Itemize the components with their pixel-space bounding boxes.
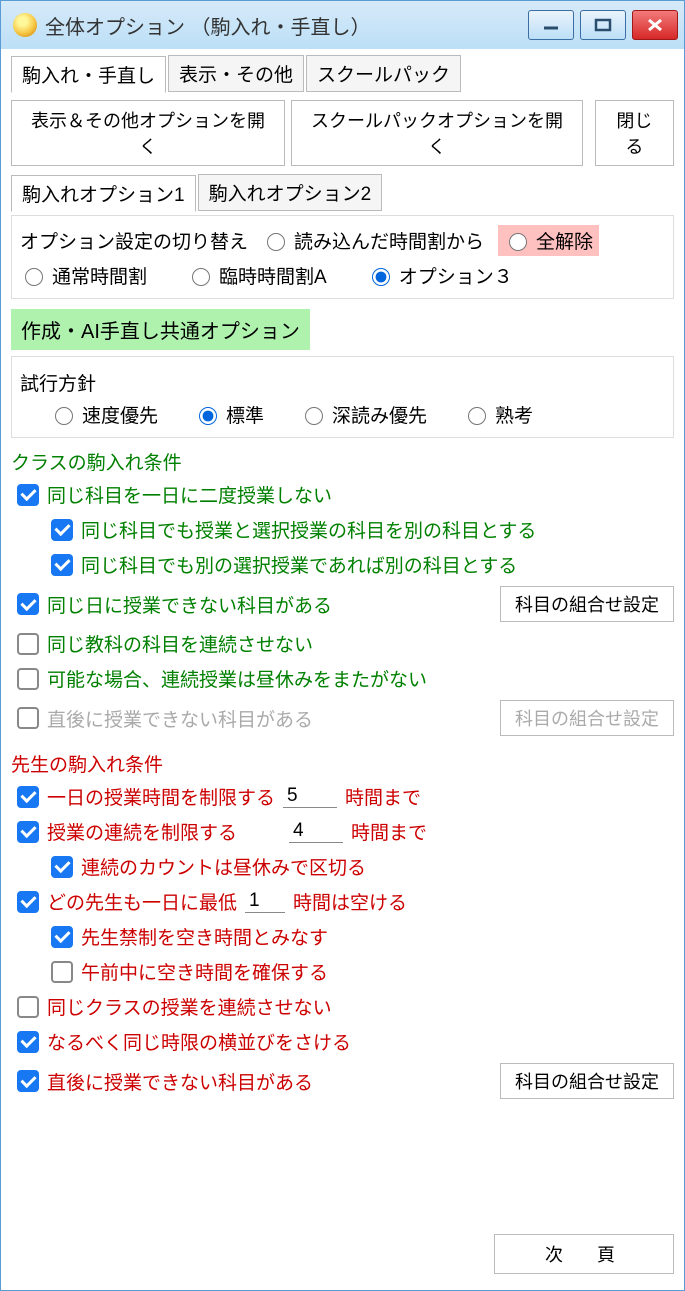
radio-option-3[interactable]: オプション３ (367, 262, 513, 289)
class-section-title: クラスの駒入れ条件 (11, 448, 674, 475)
chk-ban-as-free[interactable] (51, 926, 73, 948)
next-page-button[interactable]: 次 頁 (494, 1234, 674, 1274)
input-limit-hours[interactable] (283, 785, 337, 808)
radio-standard[interactable]: 標準 (194, 401, 264, 428)
common-options-heading: 作成・AI手直し共通オプション (11, 309, 310, 350)
chk-elective-separate[interactable] (51, 519, 73, 541)
radio-temp-a[interactable]: 臨時時間割A (187, 262, 327, 289)
minimize-button[interactable] (528, 10, 574, 40)
chk-min-free[interactable] (17, 891, 39, 913)
close-button[interactable] (632, 10, 678, 40)
chk-no-span-lunch[interactable] (17, 668, 39, 690)
chk-morning-free[interactable] (51, 961, 73, 983)
tab-display[interactable]: 表示・その他 (168, 55, 304, 92)
subject-combo-button-1[interactable]: 科目の組合せ設定 (500, 586, 674, 622)
open-schoolpack-options-button[interactable]: スクールパックオプションを開く (291, 100, 583, 166)
tab-komaire[interactable]: 駒入れ・手直し (11, 56, 166, 93)
chk-after-conflict-class[interactable] (17, 707, 39, 729)
radio-from-loaded[interactable]: 読み込んだ時間割から (262, 227, 484, 254)
radio-speed[interactable]: 速度優先 (50, 401, 158, 428)
input-limit-consecutive[interactable] (289, 820, 343, 843)
tab-option-1[interactable]: 駒入れオプション1 (11, 175, 196, 212)
policy-label: 試行方針 (20, 369, 665, 396)
chk-limit-hours[interactable] (17, 786, 39, 808)
window-body: 駒入れ・手直し 表示・その他 スクールパック 表示＆その他オプションを開く スク… (1, 49, 684, 1290)
teacher-section-title: 先生の駒入れ条件 (11, 750, 674, 777)
option-switch-group: オプション設定の切り替え 読み込んだ時間割から 全解除 通常時間割 臨時時間割A… (11, 215, 674, 299)
policy-group: 試行方針 速度優先 標準 深読み優先 熟考 (11, 356, 674, 438)
main-tabs: 駒入れ・手直し 表示・その他 スクールパック (11, 55, 674, 92)
radio-clear-all[interactable]: 全解除 (498, 225, 599, 256)
close-options-button[interactable]: 閉じる (595, 100, 674, 166)
tab-schoolpack[interactable]: スクールパック (306, 55, 461, 92)
chk-limit-consecutive[interactable] (17, 821, 39, 843)
chk-avoid-same-period[interactable] (17, 1031, 39, 1053)
chk-same-subject-once[interactable] (17, 484, 39, 506)
toolbar: 表示＆その他オプションを開く スクールパックオプションを開く 閉じる (11, 100, 674, 166)
open-display-options-button[interactable]: 表示＆その他オプションを開く (11, 100, 285, 166)
chk-after-conflict-teacher[interactable] (17, 1070, 39, 1092)
chk-same-day-conflict[interactable] (17, 593, 39, 615)
radio-think[interactable]: 熟考 (463, 401, 533, 428)
sub-tabs: 駒入れオプション1 駒入れオプション2 (11, 174, 674, 211)
lightbulb-icon (13, 13, 37, 37)
window-controls (528, 10, 678, 40)
radio-normal[interactable]: 通常時間割 (20, 262, 147, 289)
input-min-free[interactable] (245, 890, 285, 913)
subject-combo-button-2: 科目の組合せ設定 (500, 700, 674, 736)
maximize-button[interactable] (580, 10, 626, 40)
window-title: 全体オプション （駒入れ・手直し） (45, 11, 528, 40)
option-switch-label: オプション設定の切り替え (20, 227, 248, 254)
options-window: 全体オプション （駒入れ・手直し） 駒入れ・手直し 表示・その他 スクールパック… (0, 0, 685, 1291)
radio-deep[interactable]: 深読み優先 (300, 401, 427, 428)
footer: 次 頁 (11, 1228, 674, 1280)
tab-option-2[interactable]: 駒入れオプション2 (198, 174, 383, 211)
subject-combo-button-3[interactable]: 科目の組合せ設定 (500, 1063, 674, 1099)
titlebar: 全体オプション （駒入れ・手直し） (1, 1, 684, 49)
chk-count-split-lunch[interactable] (51, 856, 73, 878)
chk-no-consecutive-class[interactable] (17, 996, 39, 1018)
chk-no-consecutive-subject[interactable] (17, 633, 39, 655)
chk-diff-elective-separate[interactable] (51, 554, 73, 576)
